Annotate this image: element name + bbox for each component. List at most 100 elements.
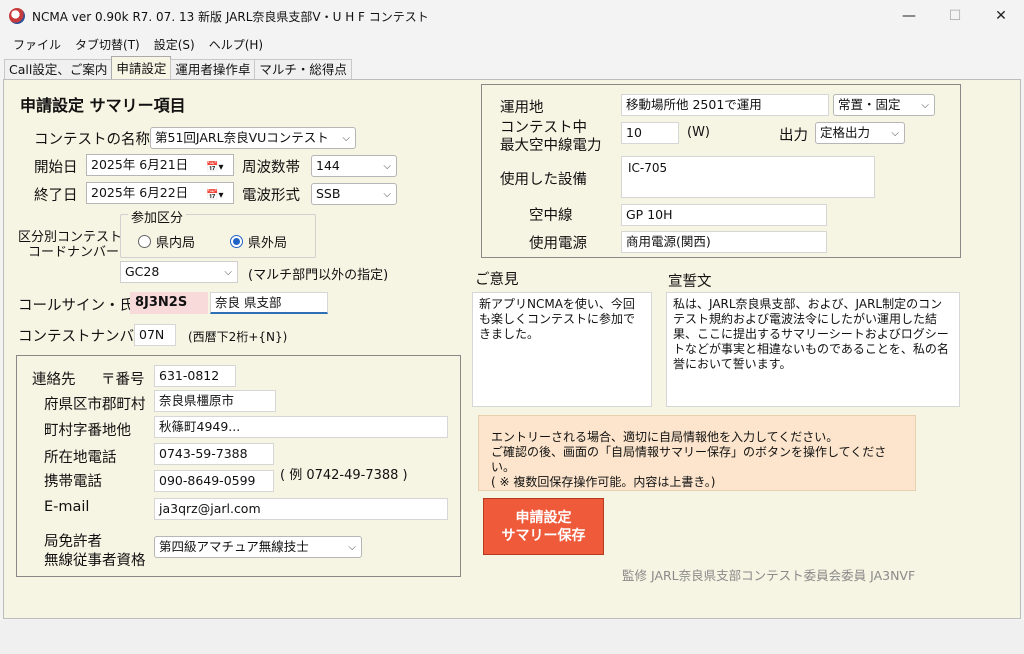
power-input[interactable]: 10 <box>621 122 679 144</box>
menu-tab-switch[interactable]: タブ切替(T) <box>68 36 147 53</box>
calendar-icon[interactable]: 📅▾ <box>206 186 223 203</box>
app-logo-icon <box>9 8 25 24</box>
tab-multi-score[interactable]: マルチ・総得点 <box>254 59 352 80</box>
contest-number-label: コンテストナンバー <box>18 329 149 345</box>
postal-label: 〒番号 <box>101 372 145 388</box>
menu-help[interactable]: ヘルプ(H) <box>202 36 270 53</box>
maximize-button[interactable]: ☐ <box>932 0 978 32</box>
contest-number-note: (西暦下2桁+{N}) <box>188 330 288 344</box>
mobile-phone-label: 携帯電話 <box>44 474 102 490</box>
radio-in-prefecture-label: 県内局 <box>156 236 196 251</box>
window-title: NCMA ver 0.90k R7. 07. 13 新版 JARL奈良県支部V・… <box>32 10 429 24</box>
equipment-label: 使用した設備 <box>500 172 587 188</box>
postal-input[interactable]: 631-0812 <box>154 365 236 387</box>
license-select[interactable]: 第四級アマチュア無線技士 ⌵ <box>154 536 362 558</box>
minimize-button[interactable]: — <box>886 0 932 32</box>
supervisor-credit: 監修 JARL奈良県支部コンテスト委員会委員 JA3NVF <box>622 568 916 583</box>
entry-notice: エントリーされる場合、適切に自局情報他を入力してください。 ご確認の後、画面の「… <box>478 415 916 491</box>
callsign-input[interactable]: 8J3N2S <box>130 292 208 314</box>
band-value: 144 <box>316 158 340 173</box>
contest-name-label: コンテストの名称 <box>34 132 150 148</box>
output-value: 定格出力 <box>820 125 871 140</box>
menu-settings[interactable]: 設定(S) <box>147 36 202 53</box>
antenna-label: 空中線 <box>529 208 573 224</box>
oath-textarea[interactable]: 私は、JARL奈良県支部、および、JARL制定のコンテスト規約および電波法令にし… <box>666 292 960 407</box>
antenna-input[interactable]: GP 10H <box>621 204 827 226</box>
tab-call-settings[interactable]: Call設定、ご案内 <box>4 59 113 80</box>
notice-line1: エントリーされる場合、適切に自局情報他を入力してください。 <box>491 430 839 444</box>
end-date-value: 2025年 6月22日 <box>91 185 189 200</box>
power-source-input[interactable]: 商用電源(関西) <box>621 231 827 253</box>
mode-label: 電波形式 <box>242 188 300 204</box>
office-phone-label: 所在地電話 <box>44 450 117 466</box>
start-date-label: 開始日 <box>34 160 78 176</box>
radio-off-icon <box>138 235 151 248</box>
contest-number-input[interactable]: 07N <box>134 324 176 346</box>
email-input[interactable]: ja3qrz@jarl.com <box>154 498 448 520</box>
radio-on-icon <box>230 235 243 248</box>
opinion-label: ご意見 <box>475 272 519 288</box>
output-select[interactable]: 定格出力 ⌵ <box>815 122 905 144</box>
location-input[interactable]: 移動場所他 2501で運用 <box>621 94 829 116</box>
calendar-icon[interactable]: 📅▾ <box>206 158 223 175</box>
phone-example: ( 例 0742-49-7388 ) <box>280 468 408 483</box>
town-input[interactable]: 秋篠町4949... <box>154 416 448 438</box>
prefecture-input[interactable]: 奈良県橿原市 <box>154 390 276 412</box>
power-unit: (W) <box>687 125 710 140</box>
equipment-textarea[interactable]: IC-705 <box>621 156 875 198</box>
save-button-line2: サマリー保存 <box>501 527 586 544</box>
category-label-line2: コードナンバー <box>28 245 120 260</box>
output-label: 出力 <box>779 128 808 144</box>
chevron-down-icon: ⌵ <box>348 542 356 553</box>
license-value: 第四級アマチュア無線技士 <box>159 539 309 554</box>
end-date-label: 終了日 <box>34 188 78 204</box>
email-label: E-mail <box>44 499 90 515</box>
title-bar: NCMA ver 0.90k R7. 07. 13 新版 JARL奈良県支部V・… <box>0 0 1024 32</box>
radio-in-prefecture[interactable]: 県内局 <box>138 232 195 251</box>
mobile-phone-input[interactable]: 090-8649-0599 <box>154 470 274 492</box>
save-button-line1: 申請設定 <box>515 509 572 526</box>
town-label: 町村字番地他 <box>44 423 131 439</box>
tab-operator-console[interactable]: 運用者操作卓 <box>170 59 256 80</box>
category-code-select[interactable]: GC28 ⌵ <box>120 261 238 283</box>
radio-out-prefecture-label: 県外局 <box>248 236 288 251</box>
participation-title: 参加区分 <box>128 207 187 226</box>
license-label-line1: 局免許者 <box>44 534 102 550</box>
callsign-label: コールサイン・氏名 <box>18 298 149 314</box>
prefecture-label: 府県区市郡町村 <box>44 397 146 413</box>
save-summary-button[interactable]: 申請設定 サマリー保存 <box>483 498 604 555</box>
tab-bar: Call設定、ご案内 申請設定 運用者操作卓 マルチ・総得点 <box>0 56 352 80</box>
chevron-down-icon: ⌵ <box>921 100 929 111</box>
chevron-down-icon: ⌵ <box>383 161 391 172</box>
notice-line3: ( ※ 複数回保存操作可能。内容は上書き。) <box>491 475 716 489</box>
license-label-line2: 無線従事者資格 <box>44 553 146 569</box>
notice-line2: ご確認の後、画面の「自局情報サマリー保存」のボタンを操作してください。 <box>491 445 887 474</box>
mode-value: SSB <box>316 186 341 201</box>
chevron-down-icon: ⌵ <box>891 128 899 139</box>
category-note: (マルチ部門以外の指定) <box>248 268 389 283</box>
end-date-picker[interactable]: 2025年 6月22日 📅▾ <box>86 182 234 204</box>
contest-name-select[interactable]: 第51回JARL奈良VUコンテスト ⌵ <box>150 127 356 149</box>
menu-bar: ファイル タブ切替(T) 設定(S) ヘルプ(H) <box>0 32 1024 56</box>
name-input[interactable]: 奈良 県支部 <box>210 292 328 314</box>
location-label: 運用地 <box>500 100 544 116</box>
band-select[interactable]: 144 ⌵ <box>311 155 397 177</box>
chevron-down-icon: ⌵ <box>383 189 391 200</box>
category-code-value: GC28 <box>125 264 160 279</box>
menu-file[interactable]: ファイル <box>6 36 68 53</box>
office-phone-input[interactable]: 0743-59-7388 <box>154 443 274 465</box>
tab-application-settings[interactable]: 申請設定 <box>111 56 172 80</box>
mode-select[interactable]: SSB ⌵ <box>311 183 397 205</box>
chevron-down-icon: ⌵ <box>342 133 350 144</box>
opinion-textarea[interactable]: 新アプリNCMAを使い、今回も楽しくコンテストに参加できました。 <box>472 292 652 407</box>
status-bar <box>0 620 1024 654</box>
contest-name-value: 第51回JARL奈良VUコンテスト <box>155 130 329 145</box>
power-source-label: 使用電源 <box>529 236 587 252</box>
radio-out-prefecture[interactable]: 県外局 <box>230 232 287 251</box>
location-type-select[interactable]: 常置・固定 ⌵ <box>833 94 935 116</box>
band-label: 周波数帯 <box>242 160 300 176</box>
oath-label: 宣誓文 <box>668 274 712 290</box>
start-date-picker[interactable]: 2025年 6月21日 📅▾ <box>86 154 234 176</box>
power-label-line2: 最大空中線電力 <box>500 138 602 154</box>
close-button[interactable]: ✕ <box>978 0 1024 32</box>
